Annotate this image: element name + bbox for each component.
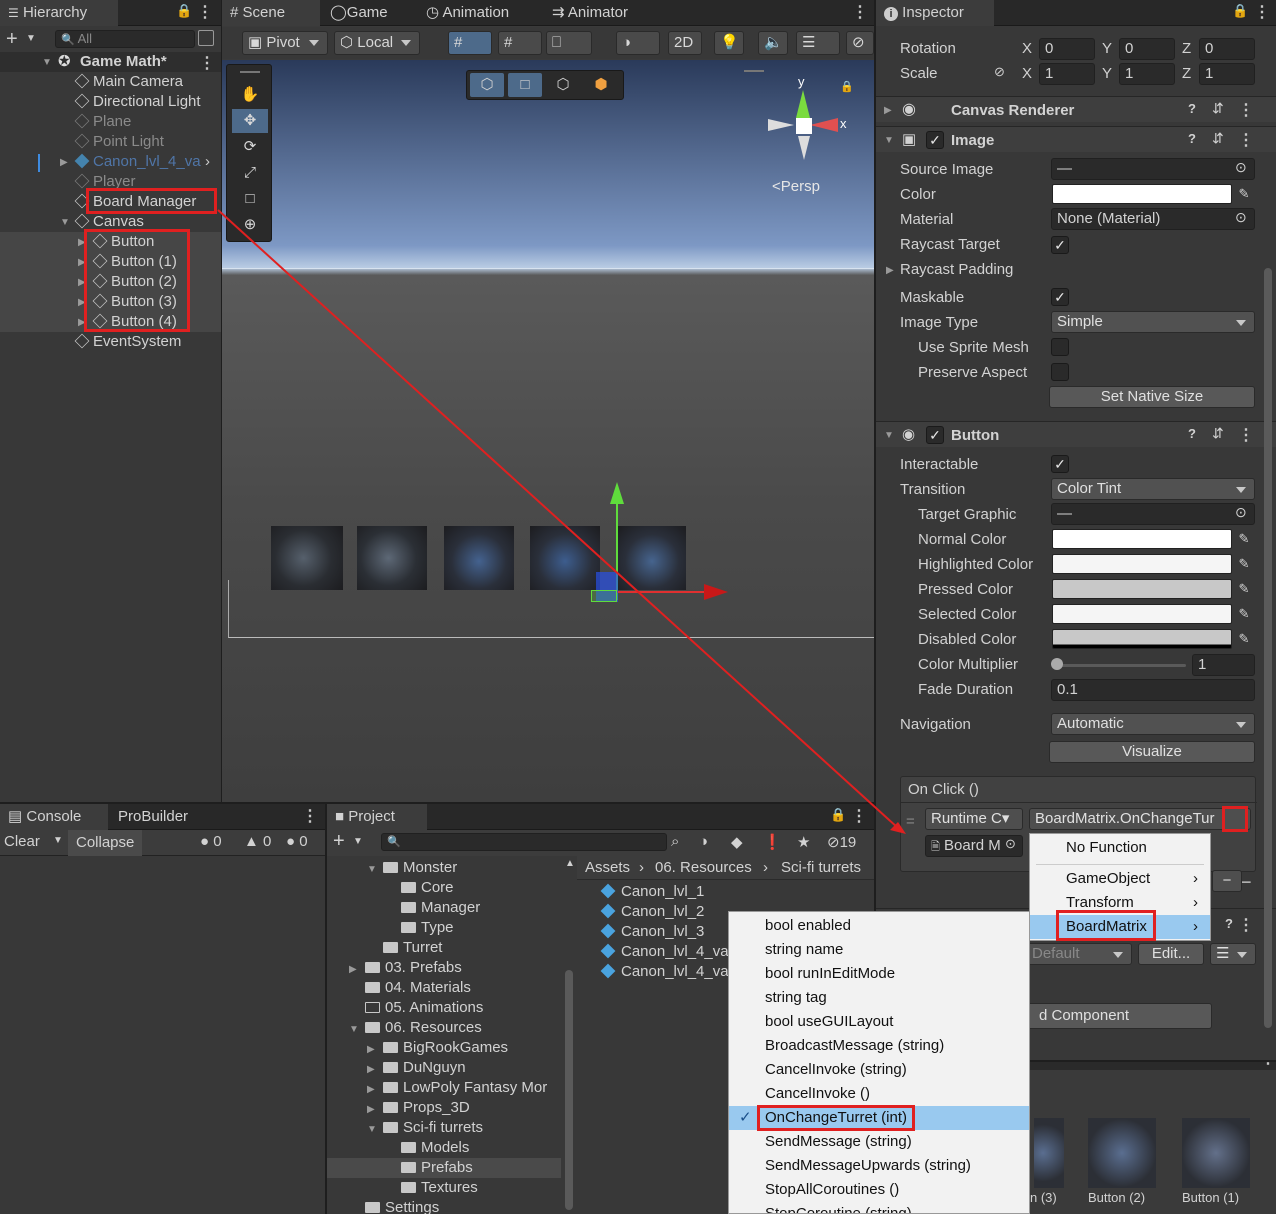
annotation-arrow-line xyxy=(217,209,899,829)
annotation-arrow xyxy=(217,209,906,834)
